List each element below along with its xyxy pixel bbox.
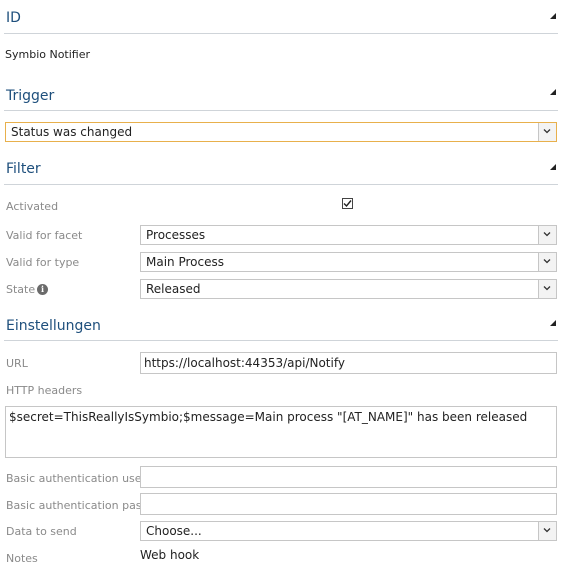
- data-to-send-value: Choose...: [146, 524, 202, 538]
- state-label: State: [6, 283, 36, 296]
- http-headers-textarea[interactable]: $secret=ThisReallyIsSymbio;$message=Main…: [5, 406, 557, 458]
- dropdown-button[interactable]: [538, 280, 556, 298]
- chevron-down-icon: [543, 286, 551, 291]
- section-title-id: ID: [6, 10, 21, 26]
- divider: [4, 33, 558, 34]
- http-headers-value: $secret=ThisReallyIsSymbio;$message=Main…: [9, 410, 528, 424]
- notes-label: Notes: [6, 552, 38, 565]
- url-input-value: https://localhost:44353/api/Notify: [144, 356, 345, 370]
- basic-auth-pass-label: Basic authentication pas...: [6, 499, 153, 512]
- collapse-icon[interactable]: [550, 13, 556, 19]
- collapse-icon[interactable]: [550, 320, 556, 326]
- activated-checkbox[interactable]: [342, 198, 353, 209]
- facet-select-value: Processes: [146, 228, 206, 242]
- state-select-value: Released: [146, 282, 201, 296]
- basic-auth-user-input[interactable]: [140, 466, 557, 488]
- info-icon[interactable]: i: [37, 284, 48, 295]
- section-title-filter: Filter: [6, 161, 41, 177]
- facet-select[interactable]: Processes: [140, 225, 557, 245]
- collapse-icon[interactable]: [550, 89, 556, 95]
- section-title-settings: Einstellungen: [6, 318, 101, 334]
- divider: [4, 184, 558, 185]
- basic-auth-pass-input[interactable]: [140, 493, 557, 515]
- checkmark-icon: [343, 200, 352, 208]
- divider: [4, 340, 558, 341]
- section-title-trigger: Trigger: [6, 88, 55, 104]
- activated-label: Activated: [6, 200, 59, 213]
- chevron-down-icon: [543, 232, 551, 237]
- dropdown-button[interactable]: [538, 123, 556, 141]
- basic-auth-user-label: Basic authentication user...: [6, 472, 156, 485]
- dropdown-button[interactable]: [538, 226, 556, 244]
- type-select[interactable]: Main Process: [140, 252, 557, 272]
- chevron-down-icon: [543, 528, 551, 533]
- data-to-send-select[interactable]: Choose...: [140, 521, 557, 541]
- type-select-value: Main Process: [146, 255, 224, 269]
- dropdown-button[interactable]: [538, 522, 556, 540]
- data-to-send-label: Data to send: [6, 525, 77, 538]
- id-value: Symbio Notifier: [5, 48, 91, 61]
- url-input[interactable]: https://localhost:44353/api/Notify: [140, 352, 557, 374]
- chevron-down-icon: [543, 259, 551, 264]
- http-headers-label: HTTP headers: [6, 384, 83, 397]
- state-select[interactable]: Released: [140, 279, 557, 299]
- divider: [4, 110, 558, 111]
- dropdown-button[interactable]: [538, 253, 556, 271]
- chevron-down-icon: [543, 129, 551, 134]
- facet-label: Valid for facet: [6, 229, 83, 242]
- type-label: Valid for type: [6, 256, 80, 269]
- trigger-select-value: Status was changed: [11, 125, 133, 139]
- notes-value: Web hook: [140, 548, 200, 562]
- trigger-select[interactable]: Status was changed: [5, 122, 557, 142]
- collapse-icon[interactable]: [550, 164, 556, 170]
- url-label: URL: [6, 357, 28, 370]
